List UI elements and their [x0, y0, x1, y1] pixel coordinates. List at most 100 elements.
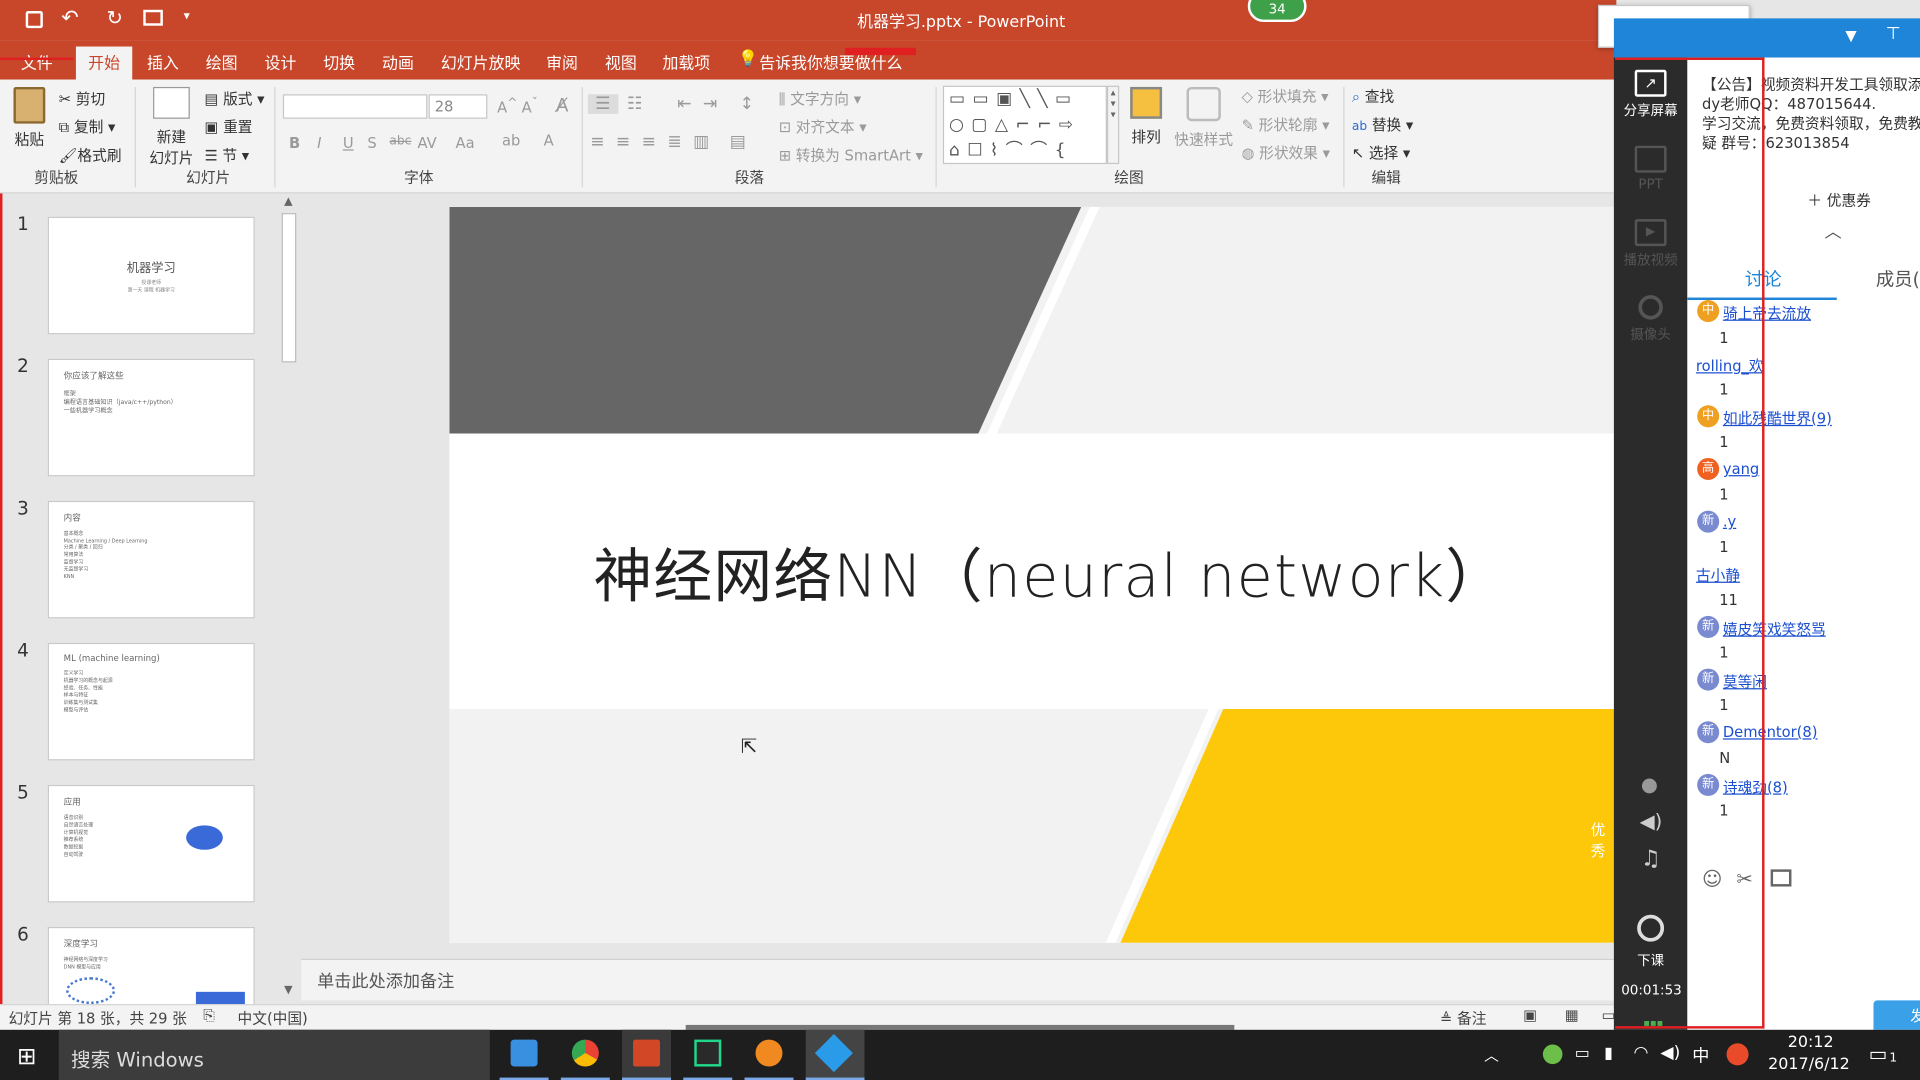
thumbnails-scrollbar[interactable]: ▲ ▼	[279, 193, 299, 1005]
tab-members[interactable]: 成员(	[1876, 266, 1920, 292]
italic-button[interactable]: I	[317, 135, 321, 152]
sogou-icon[interactable]	[1726, 1043, 1749, 1066]
pin-icon[interactable]: ⊤	[1886, 24, 1901, 44]
arrange-button[interactable]: 排列	[1127, 86, 1166, 147]
scroll-thumb[interactable]	[281, 213, 297, 363]
slide-sorter-icon[interactable]: ▦	[1565, 1007, 1579, 1024]
align-left-icon[interactable]: ≡	[590, 132, 604, 152]
tab-design[interactable]: 设计	[264, 50, 296, 73]
taskbar-app-5[interactable]	[744, 1030, 794, 1080]
tab-transitions[interactable]: 切换	[323, 50, 355, 73]
highlight-icon[interactable]: ab	[502, 132, 520, 149]
language-indicator[interactable]: 中文(中国)	[238, 1008, 308, 1029]
coupon-button[interactable]: ＋ 优惠券	[1807, 190, 1870, 211]
tab-review[interactable]: 审阅	[546, 50, 578, 73]
volume-icon[interactable]: ◀)	[1660, 1043, 1680, 1063]
align-center-icon[interactable]: ≡	[616, 132, 630, 152]
reset-button[interactable]: ▣ 重置	[204, 116, 252, 137]
font-color-icon[interactable]: A	[544, 132, 554, 149]
shadow-button[interactable]: S	[367, 135, 376, 152]
shapes-more-button[interactable]: ▴ ▾ ▾	[1106, 85, 1120, 165]
paste-button[interactable]: 粘贴	[10, 86, 49, 149]
tray-expand-icon[interactable]: ︿	[1484, 1044, 1499, 1065]
notification-bubble[interactable]: 34	[1247, 0, 1307, 23]
font-size-box[interactable]: 28	[428, 94, 488, 119]
collapse-announcement-icon[interactable]: ︿	[1825, 219, 1842, 243]
text-direction-button[interactable]: ⫼ 文字方向 ▾	[779, 88, 861, 109]
quick-styles-button[interactable]: 快速样式	[1173, 86, 1234, 149]
slide-thumbnail-4[interactable]: ML (machine learning) 定义学习 机器学习的概念与起源 经验…	[47, 642, 255, 761]
cut-button[interactable]: ✂ 剪切	[59, 88, 105, 109]
clear-format-icon[interactable]: A̸	[556, 94, 569, 116]
shape-effects-button[interactable]: ◍ 形状效果 ▾	[1242, 142, 1330, 163]
taskbar-search[interactable]: 搜索 Windows	[58, 1029, 490, 1080]
font-name-box[interactable]	[282, 94, 428, 119]
taskbar-chrome[interactable]	[560, 1030, 610, 1080]
slide-thumbnail-2[interactable]: 你应该了解这些 框架 编程语言基础知识（java/c++/python） 一些机…	[47, 358, 255, 477]
align-text-button[interactable]: ⊡ 对齐文本 ▾	[779, 116, 867, 137]
tray-app-icon[interactable]	[1542, 1044, 1563, 1065]
tab-file[interactable]: 文件	[21, 50, 53, 73]
action-center-icon[interactable]: ▭	[1869, 1042, 1888, 1065]
windows-start-icon[interactable]: ⊞	[17, 1043, 36, 1070]
underline-button[interactable]: U	[343, 135, 354, 152]
copy-button[interactable]: ⧉ 复制 ▾	[59, 116, 116, 137]
strikethrough-button[interactable]: abc	[389, 135, 411, 148]
tab-insert[interactable]: 插入	[147, 50, 179, 73]
collapse-icon[interactable]: ▼	[1845, 27, 1856, 44]
scroll-up-icon[interactable]: ▲	[284, 196, 292, 208]
normal-view-icon[interactable]: ▣	[1523, 1007, 1537, 1024]
spellcheck-icon[interactable]: ⎘	[203, 1007, 215, 1025]
tab-draw[interactable]: 绘图	[206, 50, 238, 73]
section-button[interactable]: ☰ 节 ▾	[204, 144, 249, 165]
clock-time[interactable]: 20:12	[1788, 1033, 1834, 1051]
format-painter-button[interactable]: 🖌格式刷	[59, 144, 122, 165]
slide-thumbnail-3[interactable]: 内容 基本概念 Machine Learning / Deep Learning…	[47, 500, 255, 619]
save-icon[interactable]	[25, 11, 43, 29]
layout-button[interactable]: ▤ 版式 ▾	[204, 88, 264, 109]
slide-thumbnail-5[interactable]: 应用 语音识别 自然语言处理 计算机视觉 推荐系统 数据挖掘 自动驾驶	[47, 784, 255, 903]
smartart-button[interactable]: ⊞ 转换为 SmartArt ▾	[779, 144, 923, 165]
line-spacing-icon[interactable]: ↕	[740, 94, 754, 114]
customize-qat-icon[interactable]: ▾	[184, 10, 190, 23]
find-button[interactable]: ⌕ 查找	[1352, 86, 1394, 107]
notes-placeholder[interactable]: 单击此处添加备注	[317, 969, 454, 993]
image-icon[interactable]	[1770, 869, 1792, 887]
notes-pane[interactable]: 单击此处添加备注	[301, 958, 1617, 1001]
tray-network-app-icon[interactable]: ▭	[1575, 1044, 1590, 1062]
shape-fill-button[interactable]: ◇ 形状填充 ▾	[1242, 86, 1329, 107]
select-button[interactable]: ↖ 选择 ▾	[1352, 142, 1410, 163]
send-button[interactable]: 发	[1873, 1000, 1920, 1030]
increase-indent-icon[interactable]: ⇥	[703, 94, 717, 114]
notes-toggle[interactable]: ≜ 备注	[1440, 1008, 1486, 1029]
taskbar-app-1[interactable]	[499, 1030, 549, 1080]
tab-view[interactable]: 视图	[605, 50, 637, 73]
tab-slideshow[interactable]: 幻灯片放映	[441, 50, 521, 73]
wifi-icon[interactable]: ◠	[1633, 1043, 1648, 1063]
slide-title[interactable]: 神经网络NN（neural network）	[449, 528, 1616, 614]
justify-icon[interactable]: ≣	[667, 132, 681, 152]
char-spacing-button[interactable]: AV	[418, 135, 437, 152]
align-right-icon[interactable]: ≡	[642, 132, 656, 152]
tab-addins[interactable]: 加载项	[662, 50, 710, 73]
undo-icon[interactable]: ↶	[61, 6, 78, 30]
distribute-icon[interactable]: ▤	[730, 132, 746, 152]
replace-button[interactable]: ab 替换 ▾	[1352, 114, 1413, 135]
ime-indicator[interactable]: 中	[1692, 1043, 1709, 1067]
scroll-down-icon[interactable]: ▼	[284, 984, 292, 996]
present-icon[interactable]	[143, 9, 163, 26]
taskbar-powerpoint[interactable]	[622, 1029, 672, 1080]
shape-outline-button[interactable]: ✎ 形状轮廓 ▾	[1242, 114, 1330, 135]
shrink-font-icon[interactable]: Aˇ	[522, 97, 538, 117]
battery-icon[interactable]: ▮	[1604, 1044, 1613, 1062]
bold-button[interactable]: B	[289, 135, 300, 152]
change-case-button[interactable]: Aa	[456, 135, 475, 152]
slide-thumbnail-1[interactable]: 机器学习 授课老师 第一天 课程 机器学习	[47, 216, 255, 335]
redo-icon[interactable]: ↻	[107, 6, 123, 29]
columns-icon[interactable]: ▥	[693, 132, 709, 152]
bullets-icon[interactable]: ☰	[587, 94, 618, 114]
shapes-gallery[interactable]: ▭▭▣╲╲▭ ○▢△⌐⌐⇨ ⌂☐⌇⌒⌒{	[942, 85, 1107, 165]
current-slide[interactable]: 神经网络NN（neural network） 优秀	[449, 206, 1617, 943]
clock-date[interactable]: 2017/6/12	[1768, 1056, 1850, 1074]
taskbar-app-6[interactable]	[805, 1029, 865, 1080]
